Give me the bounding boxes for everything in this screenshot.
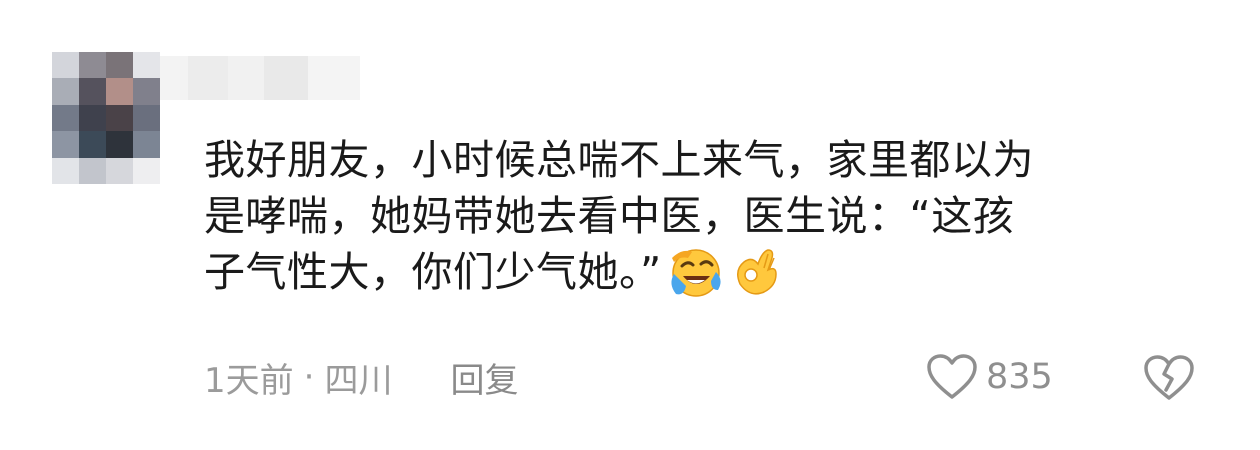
laughing-crying-emoji-icon <box>671 249 721 297</box>
avatar[interactable] <box>52 52 160 184</box>
comment-location: 四川 <box>324 360 393 401</box>
broken-heart-icon[interactable] <box>1142 350 1196 404</box>
comment-line: 是哮喘，她妈带她去看中医，医生说：“这孩 <box>204 192 1015 240</box>
comment-line: 我好朋友，小时候总喘不上来气，家里都以为 <box>204 136 1034 184</box>
like-count: 835 <box>986 357 1053 397</box>
username-blurred[interactable] <box>160 56 360 100</box>
reply-button[interactable]: 回复 <box>450 353 518 402</box>
meta-separator: · <box>303 357 315 397</box>
comment-text: 我好朋友，小时候总喘不上来气，家里都以为 是哮喘，她妈带她去看中医，医生说：“这… <box>204 132 1214 300</box>
like-button[interactable]: 835 <box>926 350 1053 404</box>
comment-time: 1天前 <box>204 360 294 401</box>
comment-meta: 1天前 · 四川 回复 <box>204 352 518 402</box>
comment-line-text: 子气性大，你们少气她。” <box>204 248 662 296</box>
ok-hand-emoji-icon <box>736 249 777 295</box>
heart-outline-icon <box>927 354 977 399</box>
comment-item: 我好朋友，小时候总喘不上来气，家里都以为 是哮喘，她妈带她去看中医，医生说：“这… <box>0 0 1260 450</box>
comment-line-last: 子气性大，你们少气她。” <box>204 244 1214 300</box>
